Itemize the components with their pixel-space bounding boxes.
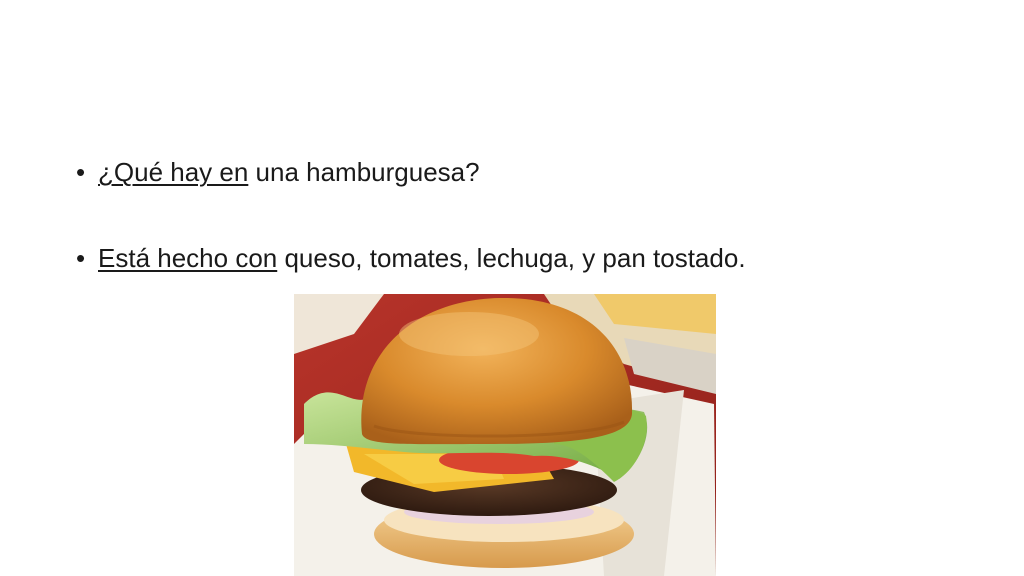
bullet-question-rest: una hamburguesa? (248, 157, 480, 187)
bullet-question: • ¿Qué hay en una hamburguesa? (76, 154, 480, 190)
bullet-question-underlined: ¿Qué hay en (98, 157, 249, 187)
bullet-answer: • Está hecho con queso, tomates, lechuga,… (76, 240, 746, 276)
bullet-dot: • (76, 243, 86, 273)
bullet-answer-rest: queso, tomates, lechuga, y pan tostado. (277, 243, 746, 273)
slide: • ¿Qué hay en una hamburguesa? • Está hech… (0, 0, 1024, 576)
bullet-answer-underlined: Está hecho con (98, 243, 278, 273)
bullet-dot: • (76, 157, 86, 187)
hamburger-photo (294, 294, 716, 576)
